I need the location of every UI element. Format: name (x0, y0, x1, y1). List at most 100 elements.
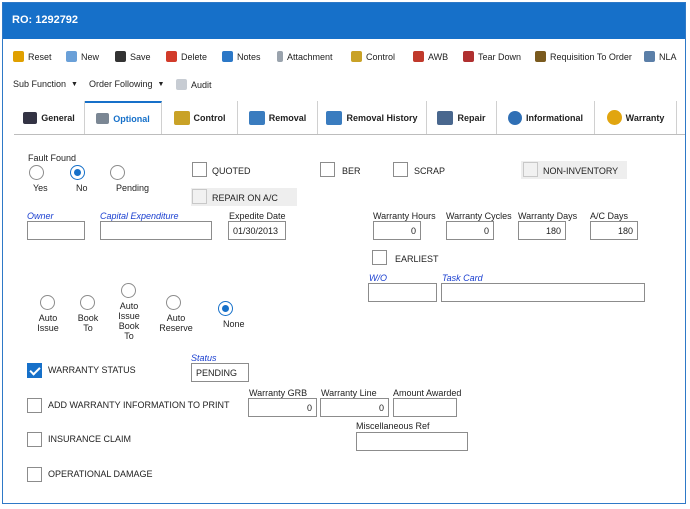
tab-control[interactable]: Control (162, 101, 238, 134)
fault-found-yes-radio[interactable] (29, 165, 44, 180)
warranty-grb-input[interactable] (248, 398, 317, 417)
repair-on-ac-checkbox[interactable] (192, 189, 207, 204)
ac-days-label: A/C Days (590, 211, 629, 221)
warranty-cycles-input[interactable] (446, 221, 494, 240)
nla-icon (644, 51, 655, 62)
wrench-icon (326, 110, 343, 125)
tab-bar: General Optional Control Removal Removal… (14, 101, 685, 135)
toolbar-primary: Reset New Save Delete Notes Attachment C… (3, 51, 685, 67)
awb-icon (413, 51, 424, 62)
notes-icon (222, 51, 233, 62)
scrap-label: SCRAP (414, 166, 446, 176)
tear-down-button[interactable]: Tear Down (463, 51, 521, 62)
insurance-claim-checkbox[interactable] (27, 432, 42, 447)
attachment-button[interactable]: Attachment (277, 51, 333, 62)
insurance-claim-label: INSURANCE CLAIM (48, 434, 132, 444)
add-warranty-info-label: ADD WARRANTY INFORMATION TO PRINT (48, 400, 230, 410)
auto-issue-radio[interactable] (40, 295, 55, 310)
control-button[interactable]: Control (351, 51, 395, 62)
tab-optional[interactable]: Optional (85, 101, 162, 134)
tab-removal[interactable]: Removal (238, 101, 318, 134)
optional-icon (96, 113, 110, 124)
delete-button[interactable]: Delete (166, 51, 207, 62)
amount-awarded-label: Amount Awarded (393, 388, 462, 398)
owner-input[interactable] (27, 221, 85, 240)
earliest-checkbox[interactable] (372, 250, 387, 265)
requisition-icon (535, 51, 546, 62)
requisition-to-order-button[interactable]: Requisition To Order (535, 51, 632, 62)
window-title: RO: 1292792 (12, 14, 79, 26)
notes-button[interactable]: Notes (222, 51, 261, 62)
tab-informational[interactable]: Informational (497, 101, 595, 134)
new-button[interactable]: New (66, 51, 99, 62)
warranty-hours-input[interactable] (373, 221, 421, 240)
ac-days-input[interactable] (590, 221, 638, 240)
warranty-status-checkbox[interactable] (27, 363, 42, 378)
warranty-status-label: WARRANTY STATUS (48, 365, 136, 375)
control-icon (173, 110, 190, 125)
info-icon (507, 110, 522, 125)
scrap-checkbox[interactable] (393, 162, 408, 177)
auto-issue-book-to-label: Auto Issue Book To (118, 301, 140, 341)
fault-found-pending-label: Pending (116, 183, 150, 193)
save-button[interactable]: Save (115, 51, 151, 62)
auto-reserve-label: Auto Reserve (159, 313, 193, 333)
audit-button[interactable]: Audit (176, 79, 212, 90)
fault-found-no-radio[interactable] (70, 165, 85, 180)
warranty-days-input[interactable] (518, 221, 566, 240)
non-inventory-label: NON-INVENTORY (543, 166, 619, 176)
none-radio[interactable] (218, 301, 233, 316)
warranty-hours-label: Warranty Hours (373, 211, 436, 221)
chevron-down-icon: ▼ (157, 80, 165, 88)
expedite-date-input[interactable] (228, 221, 286, 240)
sub-function-menu[interactable]: Sub Function ▼ (13, 79, 78, 89)
non-inventory-checkbox[interactable] (523, 162, 538, 177)
warranty-line-label: Warranty Line (321, 388, 377, 398)
add-warranty-info-checkbox[interactable] (27, 398, 42, 413)
audit-icon (176, 79, 187, 90)
general-icon (23, 111, 38, 124)
tab-warranty[interactable]: Warranty (595, 101, 677, 134)
task-card-input[interactable] (441, 283, 645, 302)
wrench-icon (248, 110, 265, 125)
ber-checkbox[interactable] (320, 162, 335, 177)
tab-removal-history[interactable]: Removal History (318, 101, 427, 134)
reset-icon (13, 51, 24, 62)
book-to-label: Book To (77, 313, 99, 333)
auto-reserve-radio[interactable] (166, 295, 181, 310)
title-bar: RO: 1292792 ( (3, 3, 685, 39)
capital-expenditure-input[interactable] (100, 221, 212, 240)
misc-ref-input[interactable] (356, 432, 468, 451)
tab-repair[interactable]: Repair (427, 101, 497, 134)
earliest-label: EARLIEST (395, 254, 439, 264)
control-icon (351, 51, 362, 62)
warranty-badge-icon (606, 110, 622, 125)
status-label: Status (191, 353, 217, 363)
warranty-grb-label: Warranty GRB (249, 388, 308, 398)
warranty-line-input[interactable] (320, 398, 389, 417)
awb-button[interactable]: AWB (413, 51, 448, 62)
book-to-radio[interactable] (80, 295, 95, 310)
fault-found-pending-radio[interactable] (110, 165, 125, 180)
none-label: None (223, 319, 245, 329)
fault-found-label: Fault Found (28, 153, 77, 163)
owner-label: Owner (27, 211, 54, 221)
tab-general[interactable]: General (14, 101, 85, 134)
amount-awarded-input[interactable] (393, 398, 457, 417)
chevron-down-icon: ▼ (71, 80, 78, 88)
auto-issue-book-to-radio[interactable] (121, 283, 136, 298)
nla-button[interactable]: NLA (644, 51, 677, 62)
operational-damage-checkbox[interactable] (27, 467, 42, 482)
reset-button[interactable]: Reset (13, 51, 52, 62)
wo-input[interactable] (368, 283, 437, 302)
order-following-menu[interactable]: Order Following ▼ (89, 79, 164, 89)
quoted-checkbox[interactable] (192, 162, 207, 177)
warranty-cycles-label: Warranty Cycles (446, 211, 512, 221)
quoted-label: QUOTED (212, 166, 251, 176)
capital-expenditure-label: Capital Expenditure (100, 211, 179, 221)
status-input[interactable] (191, 363, 249, 382)
fault-found-yes-label: Yes (33, 183, 48, 193)
task-card-label: Task Card (442, 273, 483, 283)
auto-issue-label: Auto Issue (37, 313, 59, 333)
toolbar-secondary: Sub Function ▼ Order Following ▼ Audit (3, 79, 685, 95)
